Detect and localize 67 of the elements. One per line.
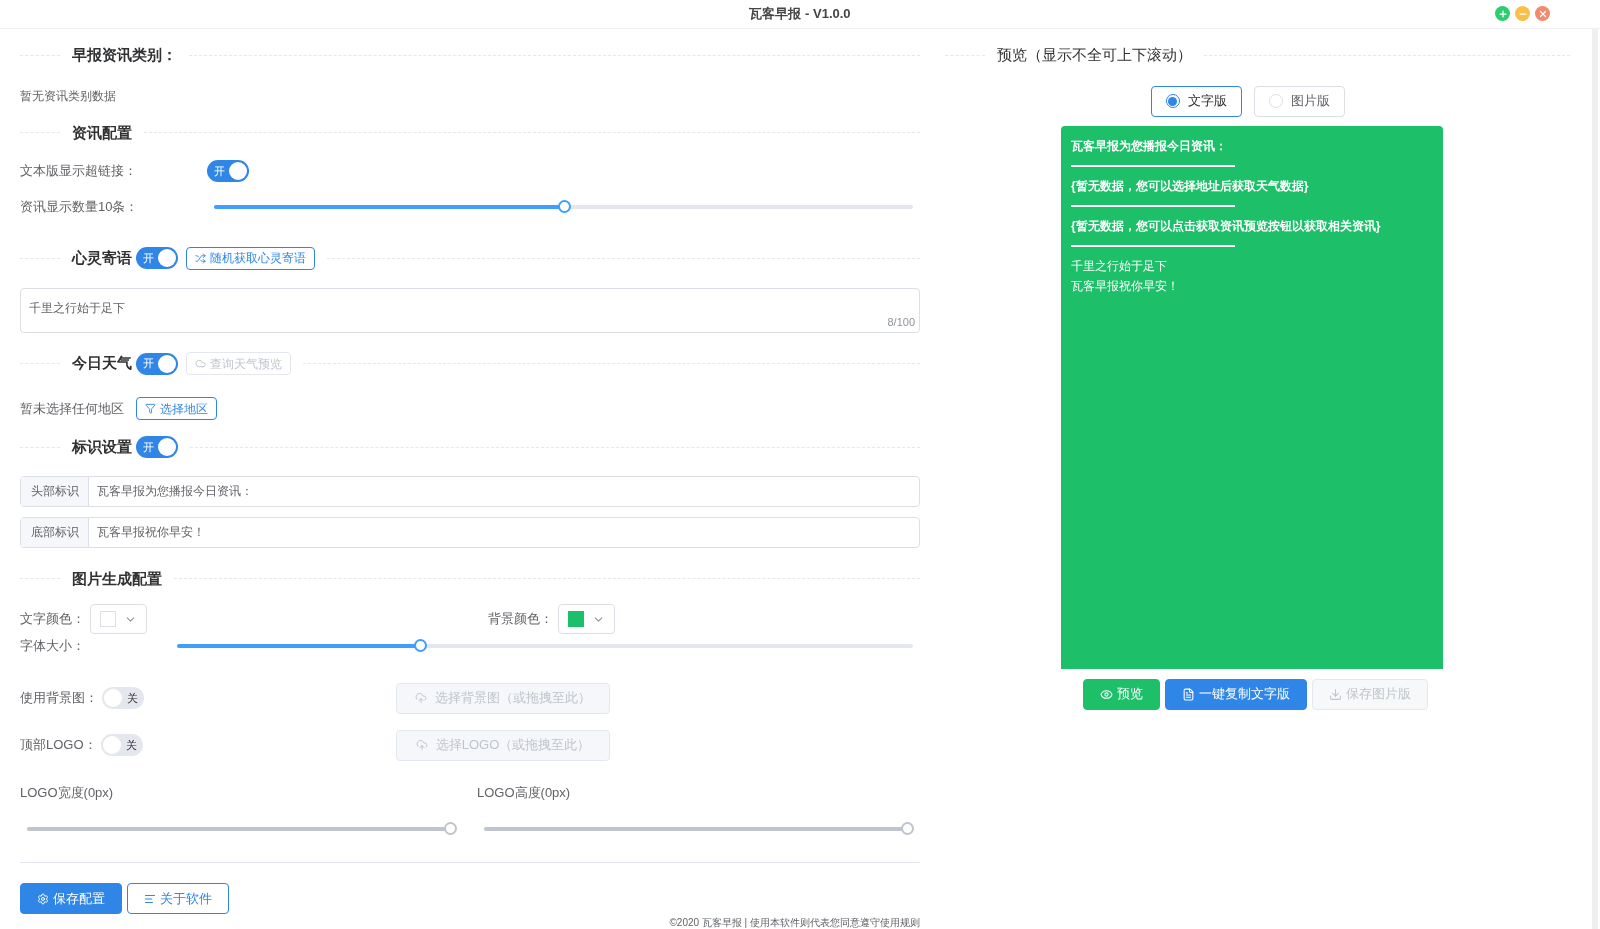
random-quote-button[interactable]: 随机获取心灵寄语 (186, 246, 315, 270)
field-label: 顶部LOGO： (20, 736, 97, 755)
gear-icon (37, 892, 49, 905)
section-title: 预览（显示不全可上下滚动） (997, 45, 1192, 65)
window-title: 瓦客早报 - V1.0.0 (749, 5, 851, 24)
field-label: 背景颜色： (488, 610, 554, 629)
close-button[interactable] (1535, 6, 1550, 21)
field-label: 使用背景图： (20, 689, 98, 708)
cloud-icon (195, 358, 206, 369)
preview-button[interactable]: 预览 (1083, 678, 1160, 710)
section-title: 标识设置 (72, 437, 132, 457)
quote-textarea[interactable]: 千里之行始于足下 8/100 (20, 287, 920, 333)
color-picker[interactable] (90, 604, 147, 634)
color-picker[interactable] (558, 604, 615, 634)
section-title: 心灵寄语 (72, 247, 132, 268)
input-value: 瓦客早报为您播报今日资讯： (96, 483, 254, 500)
section-title: 图片生成配置 (72, 568, 162, 589)
preview-line: 瓦客早报祝你早安！ (1071, 277, 1180, 295)
toggle-switch[interactable]: 关 (102, 687, 144, 709)
shuffle-icon (195, 252, 206, 264)
field-label: 暂未选择任何地区 (20, 399, 124, 418)
eye-icon (1100, 687, 1113, 701)
field-label: 资讯显示数量10条： (20, 198, 140, 216)
select-region-button[interactable]: 选择地区 (136, 397, 217, 420)
about-button[interactable]: 关于软件 (127, 883, 229, 914)
download-icon (1329, 687, 1342, 701)
list-icon (144, 892, 156, 905)
toggle-switch[interactable]: 开 (136, 352, 178, 375)
upload-icon (415, 739, 428, 751)
field-label: 文字颜色： (20, 610, 86, 629)
preview-line: {暂无数据，您可以点击获取资讯预览按钮以获取相关资讯} (1071, 217, 1382, 235)
field-label: 文本版显示超链接： (20, 162, 138, 181)
mode-radio[interactable]: 文字版 (1150, 85, 1242, 117)
char-counter: 8/100 (887, 314, 915, 330)
slider-thumb[interactable] (557, 199, 571, 213)
textarea-value: 千里之行始于足下 (29, 300, 125, 315)
section-title: 资讯配置 (72, 122, 132, 143)
filter-icon (145, 403, 156, 414)
preview-line: {暂无数据，您可以选择地址后获取天气数据} (1071, 177, 1310, 195)
input-prefix: 头部标识 (21, 476, 89, 506)
toggle-switch[interactable]: 开 (136, 247, 178, 269)
preview-line: 千里之行始于足下 (1071, 257, 1168, 275)
toggle-switch[interactable]: 开 (207, 160, 249, 182)
input-value: 瓦客早报祝你早安！ (96, 524, 206, 541)
document-icon (1182, 687, 1195, 701)
field-label: 字体大小： (20, 637, 86, 655)
upload-icon (415, 692, 427, 704)
mark-input-group[interactable]: 头部标识 瓦客早报为您播报今日资讯： (20, 475, 920, 507)
slider-thumb[interactable] (413, 638, 427, 652)
slider-label: LOGO宽度(0px) (20, 783, 115, 802)
plus-icon (1497, 8, 1508, 19)
copy-text-button[interactable]: 一键复制文字版 (1165, 678, 1307, 710)
toggle-switch[interactable]: 关 (100, 734, 143, 756)
maximize-button[interactable] (1495, 6, 1510, 21)
mark-input-group[interactable]: 底部标识 瓦客早报祝你早安！ (20, 516, 920, 548)
mode-radio[interactable]: 图片版 (1253, 85, 1345, 117)
toggle-switch[interactable]: 开 (136, 436, 178, 459)
slider-label: LOGO高度(0px) (477, 783, 572, 802)
input-prefix: 底部标识 (21, 517, 89, 547)
section-title: 早报资讯类别： (72, 45, 177, 65)
minimize-button[interactable] (1515, 6, 1530, 21)
footer-text: ©2020 瓦客早报 | 使用本软件则代表您同意遵守使用规则 (669, 917, 920, 929)
save-button[interactable]: 保存配置 (20, 883, 122, 914)
section-title: 今日天气 (72, 353, 132, 374)
close-icon (1537, 8, 1548, 19)
empty-text: 暂无资讯类别数据 (20, 87, 117, 105)
preview-line: 瓦客早报为您播报今日资讯： (1071, 137, 1228, 155)
